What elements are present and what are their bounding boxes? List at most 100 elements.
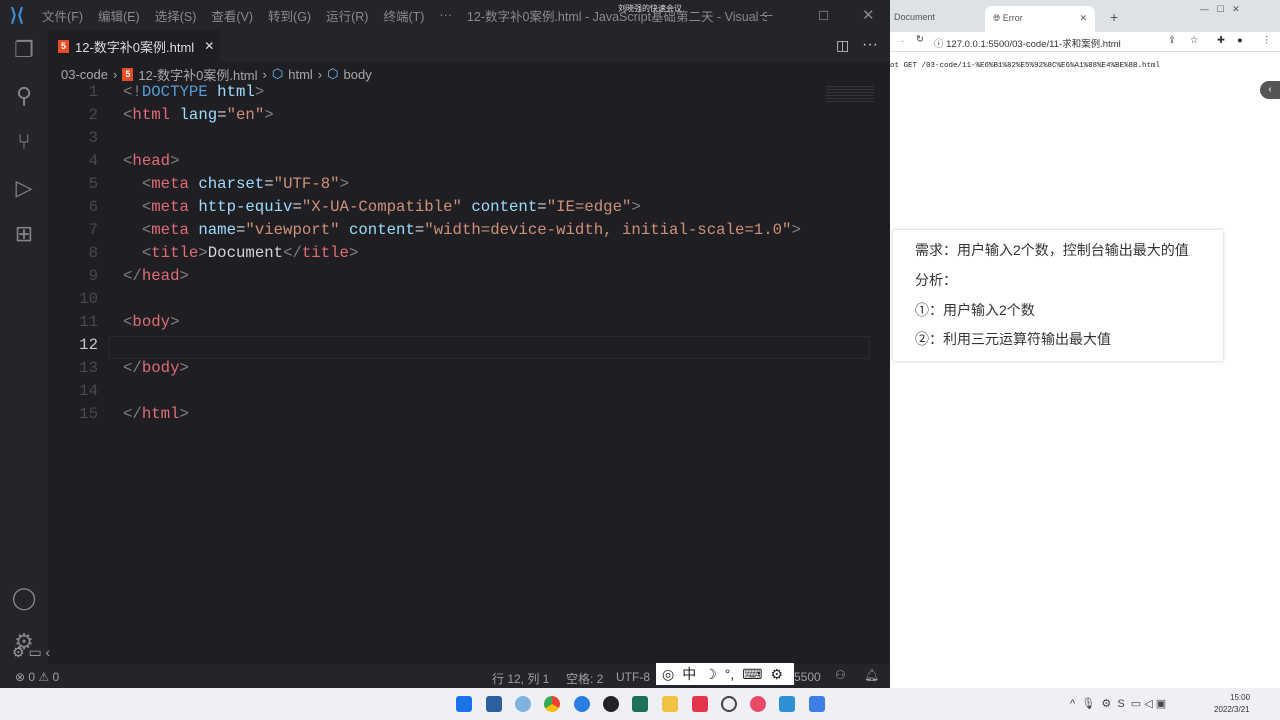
- obs-icon[interactable]: [603, 696, 619, 712]
- vscode-taskbar-icon[interactable]: [779, 696, 795, 712]
- minimap[interactable]: [826, 86, 874, 104]
- code-line[interactable]: <meta charset="UTF-8">: [123, 175, 349, 193]
- search-app-icon[interactable]: [515, 696, 531, 712]
- code-token: <: [141, 175, 152, 193]
- title-bar: ⟩⟨ 文件(F) 编辑(E) 选择(S) 查看(V) 转到(G) 运行(R) 终…: [0, 0, 890, 30]
- app-red-icon[interactable]: [750, 696, 766, 712]
- app-circle-icon[interactable]: [721, 696, 737, 712]
- window-controls[interactable]: — ☐ ✕: [1200, 4, 1240, 15]
- line-number: 5: [88, 175, 98, 193]
- explorer-icon[interactable]: ❐: [10, 36, 38, 64]
- app-k-icon[interactable]: [574, 696, 590, 712]
- code-line[interactable]: <html lang="en">: [123, 106, 274, 124]
- crumb-folder[interactable]: 03-code: [61, 67, 108, 82]
- task-view-icon[interactable]: [486, 696, 502, 712]
- app-blue-icon[interactable]: [809, 696, 825, 712]
- vscode-window: ⟩⟨ 文件(F) 编辑(E) 选择(S) 查看(V) 转到(G) 运行(R) 终…: [0, 0, 890, 688]
- encoding[interactable]: UTF-8: [616, 670, 650, 684]
- indentation[interactable]: 空格: 2: [566, 670, 603, 687]
- feedback-icon[interactable]: ⚇: [835, 668, 846, 682]
- clock-date[interactable]: 2022/3/21: [1214, 705, 1250, 714]
- menu-go[interactable]: 转到(G): [268, 6, 311, 25]
- chrome-icon[interactable]: [544, 696, 560, 712]
- line-number: 11: [79, 313, 98, 331]
- code-line[interactable]: </html>: [123, 405, 189, 423]
- crumb-file[interactable]: 12-数字补0案例.html: [138, 65, 257, 84]
- menu-file[interactable]: 文件(F): [42, 6, 83, 25]
- code-token: body: [132, 313, 171, 331]
- menu-terminal[interactable]: 终端(T): [383, 6, 424, 25]
- split-editor-icon[interactable]: ◫: [836, 37, 849, 54]
- chevron-right-icon: ›: [317, 66, 323, 82]
- bell-icon[interactable]: 🔔︎: [864, 668, 879, 682]
- file-explorer-icon[interactable]: [662, 696, 678, 712]
- code-line[interactable]: </head>: [123, 267, 189, 285]
- code-line[interactable]: <title>Document</title>: [123, 244, 359, 262]
- ime-punct[interactable]: °,: [725, 666, 735, 682]
- crumb-body[interactable]: body: [344, 67, 372, 82]
- ime-keyboard-icon[interactable]: ⌨: [742, 666, 762, 683]
- menu-more[interactable]: ···: [439, 8, 452, 22]
- run-debug-icon[interactable]: ▷: [10, 174, 38, 202]
- card-line: 分析：: [915, 272, 957, 288]
- bookmark-star-icon[interactable]: ☆: [1190, 35, 1199, 46]
- app-green-icon[interactable]: [632, 696, 648, 712]
- xmind-icon[interactable]: [692, 696, 708, 712]
- search-icon[interactable]: ⚲: [10, 82, 38, 110]
- ime-chinese[interactable]: 中: [682, 664, 696, 684]
- tab-close-icon[interactable]: ✕: [204, 39, 214, 53]
- share-icon[interactable]: ⇪: [1168, 35, 1176, 46]
- ime-moon-icon[interactable]: ☽: [704, 666, 717, 683]
- code-token: =: [264, 175, 274, 193]
- code-line[interactable]: <head>: [123, 152, 180, 170]
- start-icon[interactable]: [456, 696, 472, 712]
- code-line[interactable]: <meta http-equiv="X-UA-Compatible" conte…: [123, 198, 641, 216]
- settings-gear-icon[interactable]: ⚙ ▭ ‹: [12, 644, 50, 661]
- code-token: DOCTYPE: [141, 83, 208, 101]
- ime-settings-icon[interactable]: ⚙: [771, 666, 784, 683]
- code-line[interactable]: <body>: [123, 313, 180, 331]
- source-control-icon[interactable]: ⑂: [10, 128, 38, 156]
- tab-close-icon[interactable]: ✕: [1079, 13, 1087, 24]
- maximize-button[interactable]: ☐: [818, 8, 829, 23]
- code-line[interactable]: <!DOCTYPE html>: [123, 83, 264, 101]
- browser-tab-strip: Document✕ 🌐︎ Error✕ + — ☐ ✕: [890, 0, 1280, 32]
- tab-12-html[interactable]: 5 12-数字补0案例.html ✕: [48, 30, 220, 62]
- menu-view[interactable]: 查看(V): [211, 6, 253, 25]
- menu-icon[interactable]: ⋮: [1262, 35, 1272, 46]
- menu-edit[interactable]: 编辑(E): [98, 6, 140, 25]
- extensions-icon[interactable]: ✚: [1217, 35, 1225, 46]
- code-line[interactable]: <meta name="viewport" content="width=dev…: [123, 221, 801, 239]
- clock-time[interactable]: 15:00: [1230, 693, 1250, 702]
- cursor-position[interactable]: 行 12, 列 1: [492, 670, 549, 687]
- menu-selection[interactable]: 选择(S): [155, 6, 197, 25]
- code-token: <: [123, 313, 133, 331]
- code-token: >: [170, 152, 180, 170]
- code-line[interactable]: </body>: [123, 359, 189, 377]
- more-actions-icon[interactable]: ···: [862, 36, 878, 54]
- problems-indicator[interactable]: ⊗ 0 ⚠ 0: [15, 670, 59, 684]
- tray-icons[interactable]: ^ 🎙︎ ⚙ S ▭ ◁ ▣: [1070, 697, 1166, 710]
- code-token: http-equiv: [198, 198, 293, 216]
- browser-tab-error[interactable]: 🌐︎ Error ✕: [985, 6, 1095, 32]
- forward-icon[interactable]: →: [896, 35, 906, 46]
- warning-count: 0: [52, 670, 60, 684]
- close-window-button[interactable]: ✕: [862, 6, 875, 24]
- extensions-icon[interactable]: ⊞: [10, 220, 38, 248]
- live-server-port[interactable]: 5500: [794, 670, 821, 684]
- account-icon[interactable]: ◯: [10, 584, 38, 612]
- crumb-html[interactable]: html: [288, 67, 313, 82]
- new-tab-button[interactable]: +: [1110, 9, 1118, 25]
- code-token: html: [132, 106, 171, 124]
- reload-icon[interactable]: ↻: [916, 34, 924, 45]
- menu-run[interactable]: 运行(R): [326, 6, 368, 25]
- url-input[interactable]: ⓘ 127.0.0.1:5500/03-code/11-求和案例.html: [934, 34, 1164, 50]
- side-panel-toggle[interactable]: ‹: [1260, 81, 1280, 99]
- profile-icon[interactable]: ●: [1237, 35, 1243, 46]
- code-token: meta: [151, 198, 189, 216]
- minimize-button[interactable]: —: [760, 8, 773, 22]
- browser-tab-document[interactable]: Document✕: [894, 12, 993, 23]
- ime-toolbar[interactable]: ◎ 中 ☽ °, ⌨ ⚙: [656, 663, 794, 685]
